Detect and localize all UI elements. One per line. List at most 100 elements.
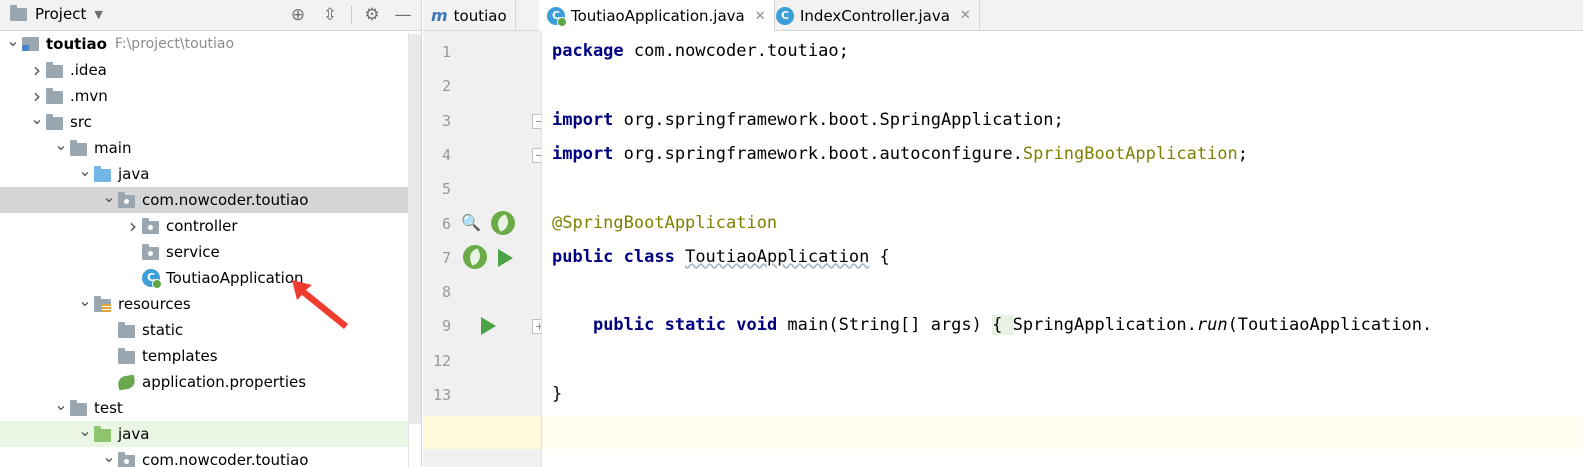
tree-item-path: F:\project\toutiao: [114, 36, 235, 52]
line-number: 9: [441, 317, 451, 336]
tree-item-label: controller: [166, 217, 238, 235]
folder-icon: [46, 87, 63, 104]
run-icon[interactable]: [481, 317, 496, 336]
minimize-icon[interactable]: —: [392, 4, 414, 26]
red-annotation-arrow: [292, 280, 348, 329]
tree-item[interactable]: ⌄ com.nowcoder.toutiao: [0, 187, 408, 213]
project-folder-icon: [10, 4, 27, 21]
close-tab-icon[interactable]: ✕: [960, 8, 971, 23]
spring-class-icon: C: [142, 269, 162, 289]
scrollbar-thumb[interactable]: [409, 34, 421, 424]
expand-arrow-icon[interactable]: ⌄: [100, 443, 118, 467]
editor-tab-label: IndexController.java: [800, 6, 950, 25]
tree-item-label: service: [166, 243, 220, 261]
tree-item[interactable]: ⌄ test: [0, 395, 408, 421]
test-folder-icon: [94, 425, 111, 442]
project-view-selector[interactable]: Project ▼: [10, 4, 103, 23]
code-line[interactable]: import org.springframework.boot.autoconf…: [552, 144, 1248, 164]
project-panel: Project ▼ ⊕ ⇳ ⚙ — ⌄ toutiao F:\project\tou…: [0, 0, 422, 467]
tree-item-icon-wrap: [118, 447, 138, 467]
collapse-arrow-icon[interactable]: ›: [28, 57, 46, 83]
spring-bean-icon[interactable]: [463, 244, 487, 269]
tree-item-label: resources: [118, 295, 191, 313]
line-number: 5: [441, 180, 451, 199]
tree-item[interactable]: ⌄ com.nowcoder.toutiao: [0, 447, 408, 467]
code-line[interactable]: import org.springframework.boot.SpringAp…: [552, 110, 1064, 130]
package-icon: [142, 243, 159, 260]
tree-item[interactable]: ⌄ toutiao F:\project\toutiao: [0, 31, 408, 57]
tree-item[interactable]: › controller: [0, 213, 408, 239]
code-line[interactable]: public class ToutiaoApplication {: [552, 247, 890, 267]
editor-tabs: m toutiao C ToutiaoApplication.java ✕ C IndexC…: [423, 0, 1583, 32]
folder-icon: [70, 139, 87, 156]
line-number: 1: [441, 43, 451, 61]
run-icon[interactable]: [498, 248, 513, 267]
tree-item-icon-wrap: [142, 213, 162, 239]
search-beans-icon[interactable]: 🔍: [461, 213, 481, 232]
folder-icon: [46, 61, 63, 78]
expand-arrow-icon[interactable]: ⌄: [4, 27, 22, 53]
tree-item-label: java: [118, 165, 150, 183]
dropdown-arrow-icon: ▼: [94, 7, 103, 21]
header-divider: [351, 6, 352, 24]
expand-arrow-icon[interactable]: ⌄: [28, 105, 46, 131]
package-icon: [118, 451, 135, 467]
tree-item[interactable]: ⌄ main: [0, 135, 408, 161]
locate-target-icon[interactable]: ⊕: [287, 4, 309, 26]
gear-icon[interactable]: ⚙: [361, 4, 383, 26]
editor-tab-label: toutiao: [453, 6, 507, 25]
expand-arrow-icon[interactable]: ⌄: [76, 157, 94, 183]
editor-tab[interactable]: m toutiao: [423, 0, 516, 31]
expand-arrow-icon[interactable]: ⌄: [52, 391, 70, 417]
tree-item-label: main: [94, 139, 132, 157]
resources-folder-icon: [94, 295, 111, 313]
folder-icon: [118, 347, 135, 364]
tree-item[interactable]: templates: [0, 343, 408, 369]
class-icon: C: [776, 6, 794, 25]
editor-tab[interactable]: C ToutiaoApplication.java ✕: [539, 0, 775, 32]
project-panel-header: Project ▼ ⊕ ⇳ ⚙ —: [0, 0, 421, 31]
tree-item-icon-wrap: [142, 239, 162, 265]
tree-item-icon-wrap: [118, 187, 138, 213]
line-number: 6: [441, 214, 451, 233]
package-icon: [118, 191, 135, 208]
line-number: 13: [432, 386, 451, 404]
code-line[interactable]: package com.nowcoder.toutiao;: [552, 41, 849, 61]
tree-item-label: com.nowcoder.toutiao: [142, 191, 309, 209]
package-icon: [142, 217, 159, 234]
ide-window: Project ▼ ⊕ ⇳ ⚙ — ⌄ toutiao F:\project\tou…: [0, 0, 1583, 467]
tree-item-label: java: [118, 425, 150, 443]
tree-item-icon-wrap: [94, 291, 114, 317]
tree-item-icon-wrap: C: [142, 265, 162, 291]
tree-item-label: application.properties: [142, 373, 307, 391]
tree-item-icon-wrap: [118, 317, 138, 343]
expand-arrow-icon[interactable]: ⌄: [76, 287, 94, 313]
line-number: 12: [432, 351, 451, 370]
line-number: 4: [441, 145, 451, 164]
expand-arrow-icon[interactable]: ⌄: [100, 183, 118, 209]
tree-item-label: static: [142, 321, 184, 339]
collapse-all-icon[interactable]: ⇳: [319, 4, 341, 26]
tree-item[interactable]: service: [0, 239, 408, 265]
code-area[interactable]: package com.nowcoder.toutiao; import org.…: [541, 31, 1583, 467]
close-tab-icon[interactable]: ✕: [755, 9, 766, 24]
expand-arrow-icon[interactable]: ⌄: [76, 417, 94, 443]
tree-item[interactable]: › .idea: [0, 57, 408, 83]
tree-item[interactable]: › .mvn: [0, 83, 408, 109]
current-line-gutter: [423, 416, 541, 449]
code-editor: m toutiao C ToutiaoApplication.java ✕ C IndexC…: [423, 0, 1583, 467]
tree-item[interactable]: ⌄ java: [0, 161, 408, 187]
code-line[interactable]: }: [552, 384, 562, 404]
code-line[interactable]: public static void main(String[] args) {…: [552, 315, 1432, 336]
expand-arrow-icon[interactable]: ⌄: [52, 131, 70, 157]
tree-item-icon-wrap: [46, 83, 66, 109]
tree-item-label: src: [70, 113, 92, 131]
editor-tab[interactable]: C IndexController.java ✕: [768, 0, 980, 31]
tree-item-icon-wrap: [22, 31, 42, 57]
spring-bean-icon[interactable]: [491, 210, 515, 235]
maven-icon: m: [431, 6, 448, 25]
editor-tab-label: ToutiaoApplication.java: [571, 7, 745, 25]
code-line[interactable]: @SpringBootApplication: [552, 213, 777, 233]
tree-item[interactable]: ⌄ java: [0, 421, 421, 447]
collapse-arrow-icon[interactable]: ›: [124, 213, 142, 239]
